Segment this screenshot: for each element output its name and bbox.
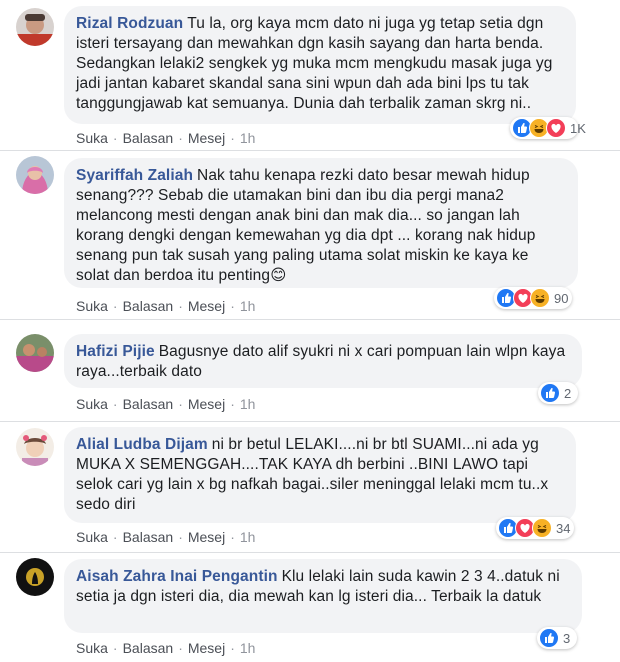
- like-link[interactable]: Suka: [76, 529, 108, 545]
- reaction-count: 34: [556, 520, 571, 536]
- divider: [0, 552, 620, 553]
- comment-author[interactable]: Aisah Zahra Inai Pengantin: [76, 568, 278, 585]
- avatar[interactable]: [16, 8, 54, 46]
- reaction-summary[interactable]: 3: [537, 627, 577, 649]
- divider: [0, 150, 620, 151]
- like-link[interactable]: Suka: [76, 130, 108, 146]
- message-link[interactable]: Mesej: [188, 529, 225, 545]
- reaction-summary[interactable]: 2: [538, 382, 578, 404]
- comment-actions: Suka · Balasan · Mesej · 1h: [76, 640, 256, 656]
- like-icon: [540, 383, 560, 403]
- comment-bubble: Alial Ludba Dijam ni br betul LELAKI....n…: [64, 427, 576, 523]
- reaction-summary[interactable]: 90: [494, 287, 572, 309]
- comment-actions: Suka · Balasan · Mesej · 1h: [76, 529, 256, 545]
- comment-bubble: Rizal Rodzuan Tu la, org kaya mcm dato ni…: [64, 6, 576, 124]
- timestamp[interactable]: 1h: [240, 298, 256, 314]
- message-link[interactable]: Mesej: [188, 130, 225, 146]
- timestamp[interactable]: 1h: [240, 396, 256, 412]
- reaction-summary[interactable]: 34: [496, 517, 574, 539]
- reaction-count: 3: [563, 630, 571, 646]
- comment-actions: Suka · Balasan · Mesej · 1h: [76, 298, 256, 314]
- like-link[interactable]: Suka: [76, 640, 108, 656]
- message-link[interactable]: Mesej: [188, 396, 225, 412]
- comment-author[interactable]: Hafizi Pijie: [76, 343, 155, 360]
- comment-bubble: Syariffah Zaliah Nak tahu kenapa rezki da…: [64, 158, 578, 288]
- like-link[interactable]: Suka: [76, 396, 108, 412]
- comment-actions: Suka · Balasan · Mesej · 1h: [76, 396, 256, 412]
- reaction-count: 90: [554, 290, 569, 306]
- comment-actions: Suka · Balasan · Mesej · 1h: [76, 130, 256, 146]
- timestamp[interactable]: 1h: [240, 529, 256, 545]
- divider: [0, 319, 620, 320]
- comment-bubble: Aisah Zahra Inai Pengantin Klu lelaki lai…: [64, 559, 582, 633]
- reply-link[interactable]: Balasan: [123, 529, 174, 545]
- haha-icon: [532, 518, 552, 538]
- message-link[interactable]: Mesej: [188, 298, 225, 314]
- comment-text: Nak tahu kenapa rezki dato besar mewah h…: [76, 167, 536, 284]
- reply-link[interactable]: Balasan: [123, 396, 174, 412]
- comment-author[interactable]: Rizal Rodzuan: [76, 15, 183, 32]
- reply-link[interactable]: Balasan: [123, 130, 174, 146]
- haha-icon: [530, 288, 550, 308]
- comment-author[interactable]: Syariffah Zaliah: [76, 167, 193, 184]
- like-icon: [539, 628, 559, 648]
- reply-link[interactable]: Balasan: [123, 298, 174, 314]
- reaction-summary[interactable]: 1K: [510, 117, 586, 139]
- reaction-count: 1K: [570, 120, 586, 136]
- love-icon: [546, 118, 566, 138]
- avatar[interactable]: [16, 156, 54, 194]
- like-link[interactable]: Suka: [76, 298, 108, 314]
- reply-link[interactable]: Balasan: [123, 640, 174, 656]
- message-link[interactable]: Mesej: [188, 640, 225, 656]
- reaction-count: 2: [564, 385, 572, 401]
- avatar[interactable]: [16, 428, 54, 466]
- timestamp[interactable]: 1h: [240, 130, 256, 146]
- avatar[interactable]: [16, 334, 54, 372]
- timestamp[interactable]: 1h: [240, 640, 256, 656]
- divider: [0, 421, 620, 422]
- comment-bubble: Hafizi Pijie Bagusnye dato alif syukri ni…: [64, 334, 582, 388]
- comment-author[interactable]: Alial Ludba Dijam: [76, 436, 208, 453]
- avatar[interactable]: [16, 558, 54, 596]
